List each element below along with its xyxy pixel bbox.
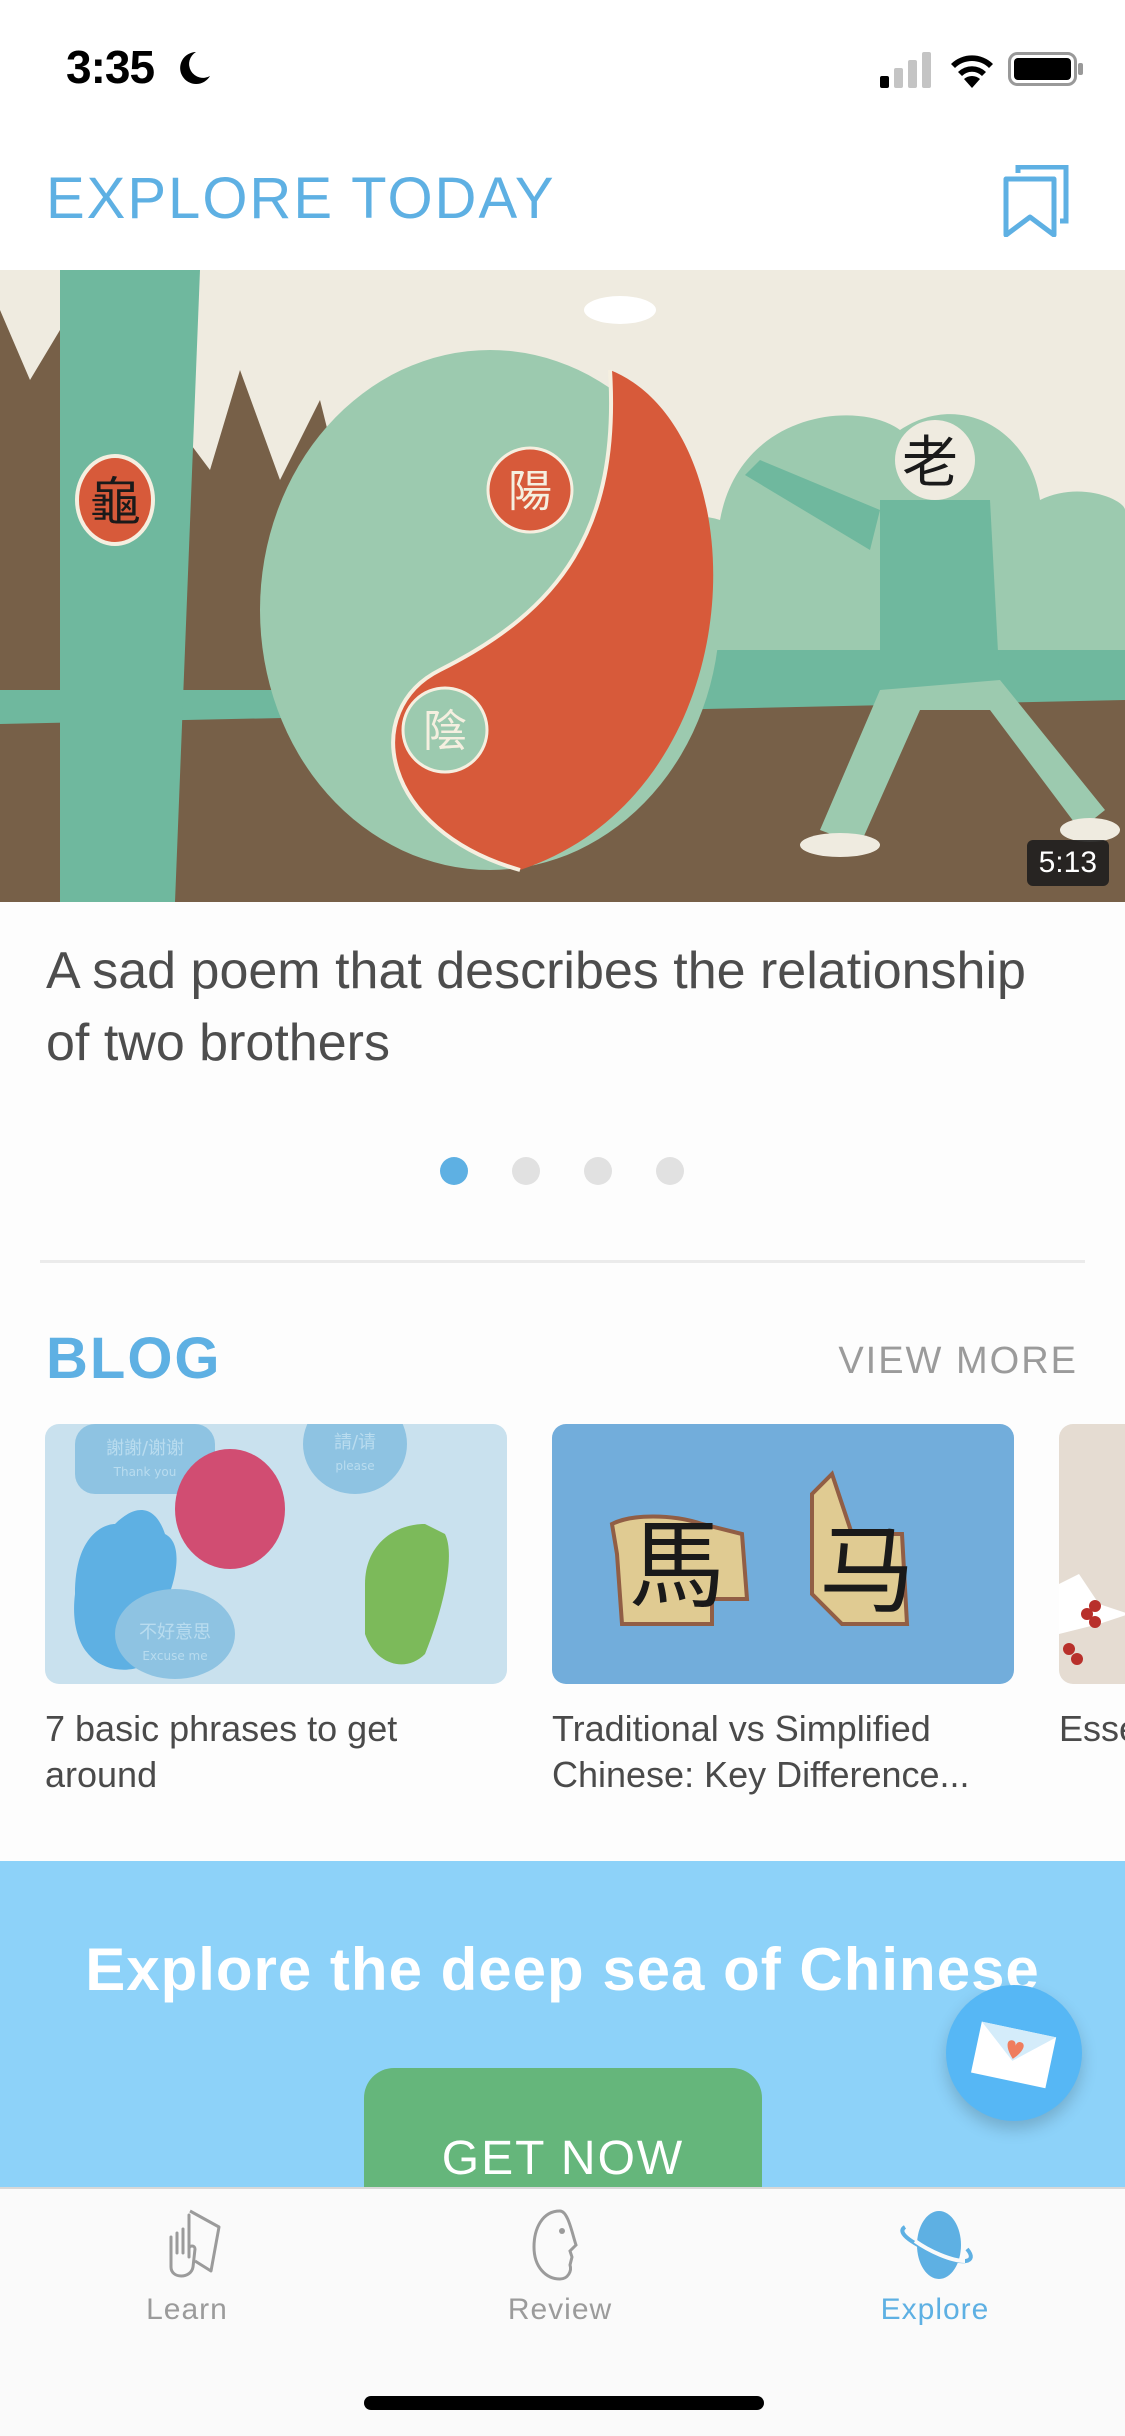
carousel-dot-1[interactable] — [440, 1157, 468, 1185]
svg-text:請/请: 請/请 — [334, 1432, 376, 1453]
blog-section-title: BLOG — [46, 1326, 222, 1391]
get-now-button[interactable]: GET NOW — [364, 2068, 762, 2187]
tab-review[interactable]: Review — [460, 2209, 660, 2359]
status-bar: 3:35 — [0, 0, 1125, 135]
old-character: 老 — [902, 431, 958, 496]
status-time: 3:35 — [66, 41, 155, 93]
page-title: EXPLORE TODAY — [46, 166, 556, 231]
svg-text:Thank you: Thank you — [113, 1465, 177, 1479]
mail-heart-icon — [971, 2021, 1057, 2089]
battery-icon — [1008, 52, 1083, 86]
moon-icon — [180, 52, 210, 84]
blog-card[interactable]: Esse... Voc... — [1059, 1424, 1125, 1752]
planet-icon — [900, 2211, 973, 2279]
header: EXPLORE TODAY — [0, 135, 1125, 270]
hero-caption[interactable]: A sad poem that describes the relationsh… — [46, 935, 1046, 1079]
carousel-page-indicator — [440, 1157, 684, 1185]
svg-text:please: please — [335, 1459, 374, 1473]
section-divider — [40, 1260, 1085, 1263]
svg-text:Excuse me: Excuse me — [142, 1649, 207, 1663]
face-profile-icon — [532, 2209, 578, 2281]
svg-text:不好意思: 不好意思 — [139, 1622, 211, 1643]
blog-card[interactable]: 謝謝/谢谢 Thank you 請/请 please 不好意思 Excuse m… — [45, 1424, 507, 1798]
hero-video-thumbnail[interactable]: 陽 陰 龜 老 5:13 — [0, 270, 1125, 902]
mail-fab-button[interactable] — [946, 1985, 1082, 2121]
promo-title: Explore the deep sea of Chinese — [85, 1936, 1040, 2003]
traditional-horse-character: 馬 — [629, 1510, 725, 1622]
turtle-character: 龜 — [89, 473, 141, 533]
wifi-icon — [951, 55, 993, 88]
carousel-dot-2[interactable] — [512, 1157, 540, 1185]
yang-character: 陽 — [508, 466, 552, 517]
bookmarks-icon[interactable] — [1002, 165, 1072, 237]
carousel-dot-4[interactable] — [656, 1157, 684, 1185]
simplified-horse-character: 马 — [819, 1515, 915, 1627]
blog-thumbnail — [1059, 1424, 1125, 1684]
blog-thumbnail: 馬 马 — [552, 1424, 1014, 1684]
blog-carousel[interactable]: 謝謝/谢谢 Thank you 請/请 please 不好意思 Excuse m… — [0, 1424, 1125, 1804]
hand-card-icon — [169, 2209, 221, 2278]
video-duration-badge: 5:13 — [1026, 840, 1109, 886]
thumb-text: 謝謝/谢谢 — [106, 1438, 184, 1459]
home-indicator[interactable] — [364, 2396, 764, 2410]
cellular-signal-icon — [880, 52, 931, 88]
yin-character: 陰 — [423, 706, 467, 757]
tab-label: Learn — [146, 2293, 228, 2326]
carousel-dot-3[interactable] — [584, 1157, 612, 1185]
hero-illustration: 陽 陰 龜 老 — [0, 270, 1125, 902]
tab-label: Explore — [880, 2293, 990, 2326]
tab-label: Review — [507, 2293, 613, 2326]
tab-explore[interactable]: Explore — [835, 2209, 1035, 2359]
blog-post-title: 7 basic phrases to get around — [45, 1708, 398, 1795]
view-more-link[interactable]: VIEW MORE — [838, 1340, 1078, 1383]
blog-post-title: Traditional vs Simplified Chinese: Key D… — [552, 1708, 970, 1795]
blog-post-title: Esse... Voc... — [1059, 1708, 1125, 1749]
tab-learn[interactable]: Learn — [87, 2209, 287, 2359]
blog-thumbnail: 謝謝/谢谢 Thank you 請/请 please 不好意思 Excuse m… — [45, 1424, 507, 1684]
blog-card[interactable]: 馬 马 Traditional vs Simplified Chinese: K… — [552, 1424, 1014, 1798]
